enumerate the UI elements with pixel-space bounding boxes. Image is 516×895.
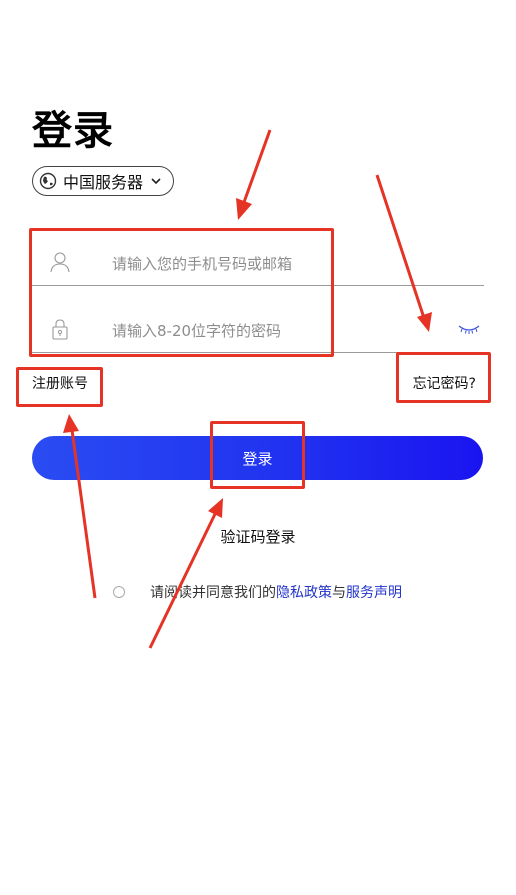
globe-icon [39, 172, 57, 190]
agreement-row: 请阅读并同意我们的 隐私政策 与 服务声明 [113, 582, 402, 602]
annotation-box-forgot [396, 352, 491, 403]
eye-closed-icon[interactable] [458, 324, 480, 334]
agree-radio[interactable] [113, 586, 125, 598]
annotation-box-login [210, 421, 305, 489]
privacy-policy-link[interactable]: 隐私政策 [276, 582, 332, 602]
server-selector[interactable]: 中国服务器 [32, 166, 174, 196]
page-title: 登录 [32, 108, 114, 154]
annotation-box-inputs [29, 228, 334, 357]
server-label: 中国服务器 [63, 173, 144, 192]
annotation-arrow-inputs [236, 129, 272, 220]
agreement-and: 与 [332, 585, 346, 601]
annotation-arrow-login [148, 498, 223, 649]
service-statement-link[interactable]: 服务声明 [346, 582, 402, 602]
chevron-down-icon [151, 178, 161, 185]
agreement-prefix: 请阅读并同意我们的 [150, 585, 276, 601]
annotation-box-register [16, 367, 103, 407]
code-login-link[interactable]: 验证码登录 [0, 526, 516, 547]
